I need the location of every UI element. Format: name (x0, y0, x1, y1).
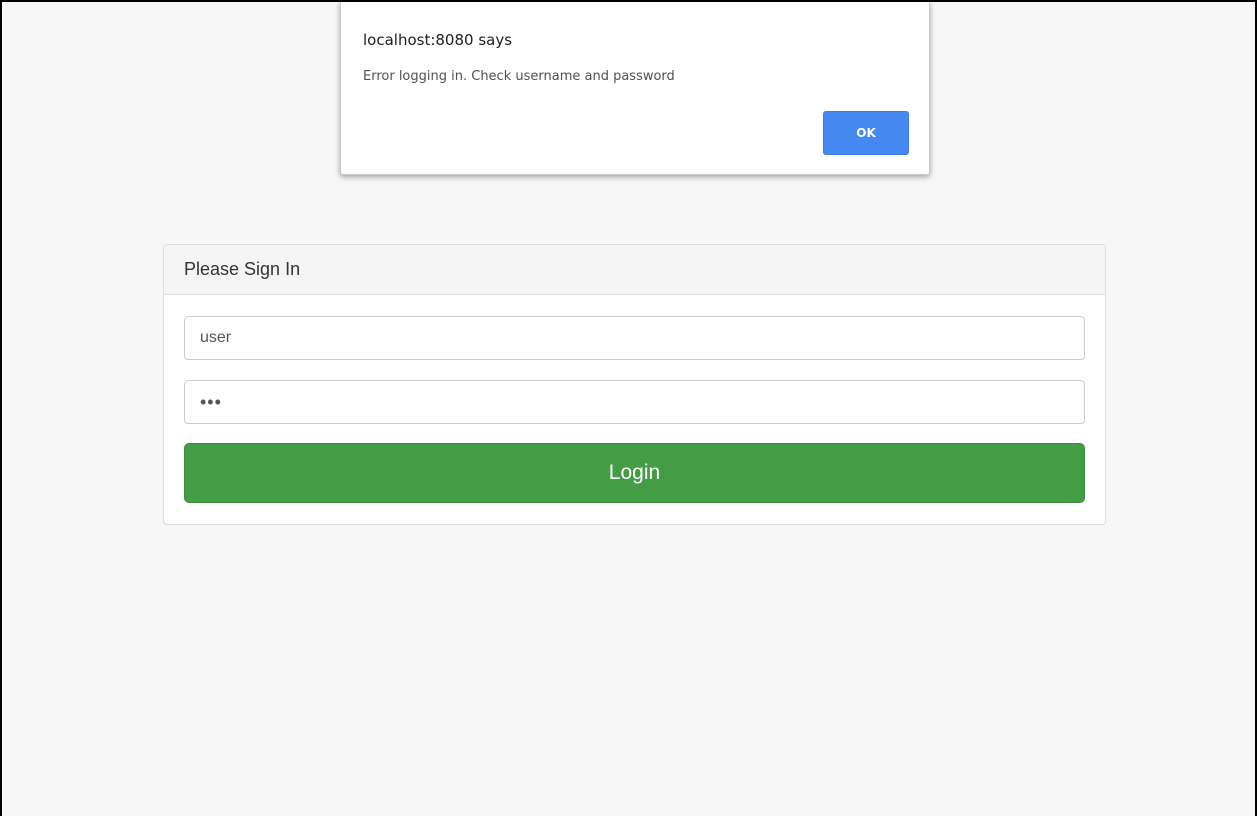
password-input[interactable] (184, 380, 1085, 424)
panel-heading: Please Sign In (164, 245, 1105, 295)
login-panel: Please Sign In Login (163, 244, 1106, 525)
panel-body: Login (164, 295, 1105, 523)
username-input[interactable] (184, 316, 1085, 360)
alert-message: Error logging in. Check username and pas… (363, 69, 675, 84)
login-button[interactable]: Login (184, 443, 1085, 503)
browser-viewport: Please Sign In Login localhost:8080 says… (0, 0, 1257, 816)
alert-title: localhost:8080 says (363, 31, 513, 49)
alert-dialog: localhost:8080 says Error logging in. Ch… (340, 2, 930, 175)
alert-ok-button[interactable]: OK (823, 111, 909, 155)
alert-ok-label: OK (856, 126, 876, 140)
login-button-label: Login (608, 461, 661, 484)
panel-title: Please Sign In (184, 259, 301, 279)
